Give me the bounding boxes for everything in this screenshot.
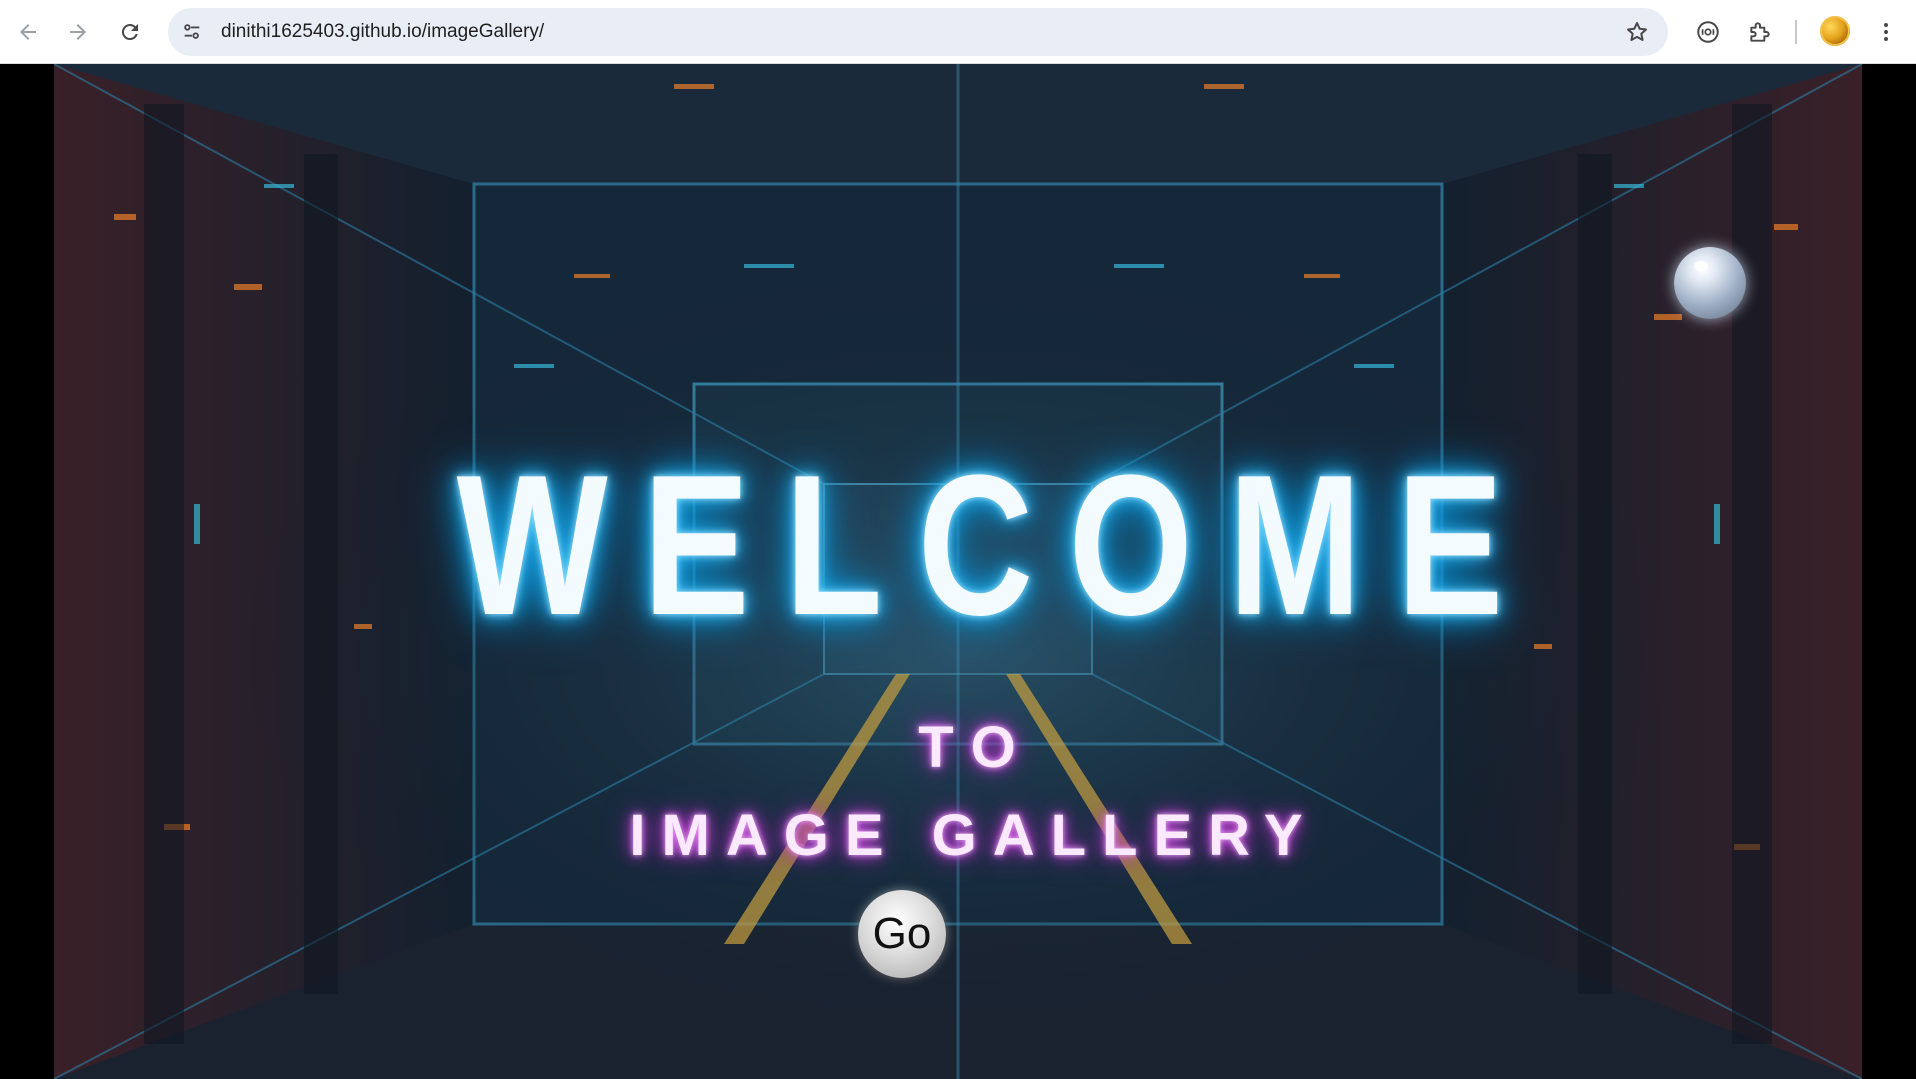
- arrow-left-icon: [20, 24, 36, 40]
- star-icon: [1627, 22, 1647, 41]
- menu-button[interactable]: [1868, 14, 1904, 50]
- address-bar[interactable]: dinithi1625403.github.io/imageGallery/: [168, 8, 1668, 56]
- site-info-button[interactable]: [176, 16, 208, 48]
- floating-orb-cursor: [1674, 247, 1746, 319]
- toolbar-divider: [1795, 20, 1797, 44]
- lens-button[interactable]: [1690, 14, 1726, 50]
- puzzle-icon: [1750, 22, 1770, 42]
- forward-button[interactable]: [58, 12, 98, 52]
- go-button[interactable]: Go: [858, 890, 946, 978]
- hero-background: WELCOME TO IMAGE GALLERY: [54, 64, 1862, 1079]
- arrow-right-icon: [70, 24, 86, 40]
- reload-icon: [121, 24, 138, 41]
- back-button[interactable]: [8, 12, 48, 52]
- url-text[interactable]: dinithi1625403.github.io/imageGallery/: [221, 21, 544, 43]
- page-viewport: WELCOME TO IMAGE GALLERY Go: [0, 64, 1916, 1079]
- avatar[interactable]: [1820, 16, 1850, 46]
- browser-toolbar: dinithi1625403.github.io/imageGallery/: [0, 0, 1916, 64]
- reload-button[interactable]: [110, 12, 150, 52]
- more-vertical-icon: [1884, 23, 1888, 41]
- to-text: TO: [918, 715, 1034, 780]
- extensions-button[interactable]: [1742, 14, 1778, 50]
- image-gallery-text: IMAGE GALLERY: [629, 803, 1319, 868]
- lens-icon: [1697, 21, 1719, 43]
- welcome-heading: WELCOME: [456, 434, 1539, 657]
- tune-icon: [184, 24, 200, 39]
- bookmark-button[interactable]: [1624, 19, 1650, 45]
